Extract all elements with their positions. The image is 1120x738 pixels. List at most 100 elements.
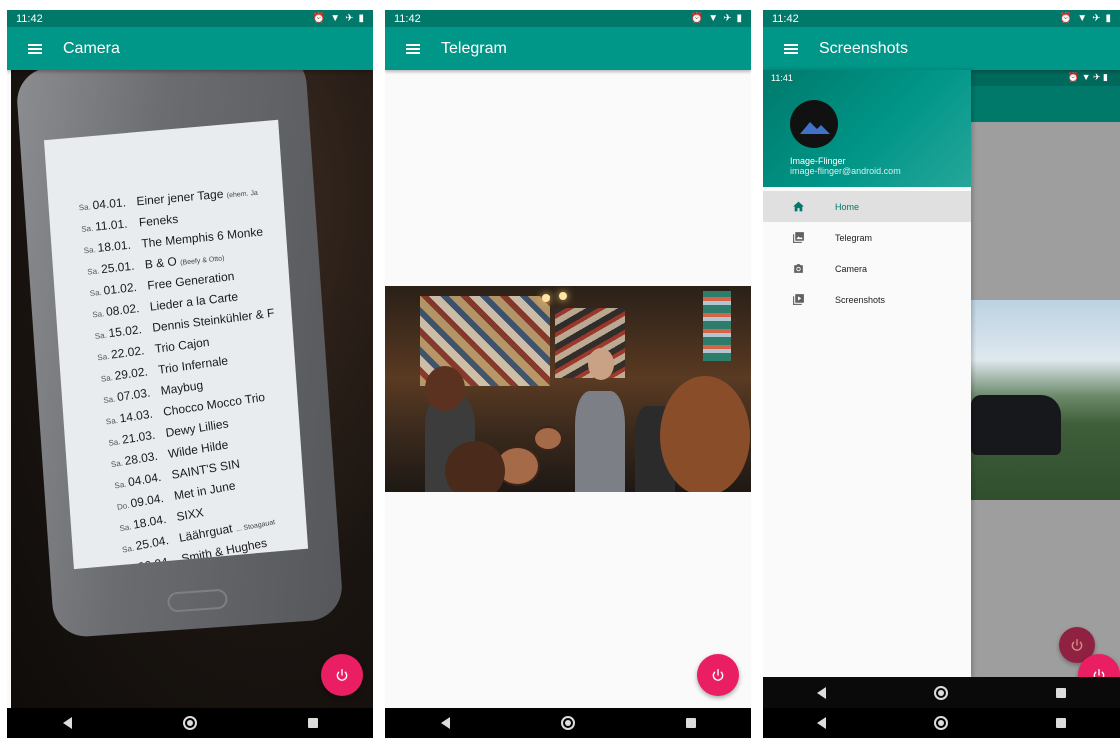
schedule-date: 01.02. [102, 279, 138, 298]
nav-back-icon[interactable] [62, 717, 72, 729]
telegram-photo [385, 286, 751, 492]
drawer-item-home[interactable]: Home [763, 191, 971, 222]
menu-icon [406, 43, 420, 54]
alarm-icon: ⏰ [312, 13, 326, 24]
drawer-item-telegram[interactable]: Telegram [763, 222, 971, 253]
drawer-status-time: 11:41 [771, 73, 793, 83]
power-icon [1071, 639, 1083, 651]
airplane-icon: ✈ [1092, 13, 1101, 24]
avatar[interactable] [790, 100, 838, 148]
drawer-item-label: Telegram [835, 232, 873, 243]
status-time: 11:42 [16, 12, 43, 25]
nav-recents-icon[interactable] [307, 718, 318, 728]
wifi-icon: ▼ [1077, 13, 1088, 24]
battery-icon: ▮ [358, 13, 364, 24]
schedule-date: 11.01. [94, 216, 129, 234]
phone-screenshots-screen: 11:42 ⏰ ▼ ✈ ▮ Screenshots ⏰ ▼ ✈ ▮ 11:41 [763, 10, 1120, 738]
nav-back-icon [817, 686, 826, 699]
schedule-event: Maybug [159, 377, 204, 398]
power-fab-button[interactable] [697, 654, 739, 696]
drawer-user-email: image-flinger@android.com [790, 166, 901, 176]
schedule-day: Sa. [89, 287, 102, 299]
drawer-item-label: Screenshots [835, 294, 886, 305]
nav-home-icon [934, 685, 948, 700]
schedule-date: 15.02. [108, 322, 143, 341]
schedule-event: Feneks [138, 211, 179, 230]
navigation-drawer: 11:41 Image-Flinger image-flinger@androi… [763, 70, 971, 677]
schedule-note: ... Stoagauat [235, 519, 276, 534]
drawer-header: Image-Flinger image-flinger@android.com [763, 70, 971, 187]
drawer-item-label: Home [835, 201, 860, 212]
nav-home-icon[interactable] [934, 716, 948, 730]
menu-button[interactable] [763, 27, 819, 70]
airplane-icon: ✈ [723, 13, 732, 24]
photo-phone-device: Sa.04.01. Einer jener Tage (ehem. Ja Sa.11… [15, 70, 345, 639]
mountain-icon [800, 122, 830, 134]
menu-button[interactable] [7, 27, 63, 70]
system-nav-bar [7, 708, 373, 738]
status-bar: 11:42 ⏰ ▼ ✈ ▮ [7, 10, 373, 27]
camera-photo: Sa.04.01. Einer jener Tage (ehem. Ja Sa.11… [11, 70, 373, 708]
schedule-date: 25.01. [100, 258, 135, 277]
alarm-icon: ⏰ [690, 13, 704, 24]
schedule-date: 08.02. [105, 301, 140, 319]
schedule-date: 18.01. [97, 237, 132, 255]
photo-library-icon [791, 231, 805, 245]
screenshot-car [971, 395, 1061, 455]
menu-button[interactable] [385, 27, 441, 70]
power-fab-button[interactable] [321, 654, 363, 696]
nav-home-icon[interactable] [182, 716, 197, 730]
app-bar-title: Telegram [441, 39, 507, 57]
battery-icon: ▮ [736, 13, 742, 24]
nav-back-icon[interactable] [440, 717, 450, 729]
power-icon [712, 669, 724, 681]
home-icon [791, 200, 805, 214]
phone-camera-screen: 11:42 ⏰ ▼ ✈ ▮ Camera Sa.04.01. Einer jene… [7, 10, 373, 738]
photo-device-home-button [166, 588, 229, 613]
schedule-note: (ehem. Ja [226, 189, 259, 200]
power-icon [336, 669, 348, 681]
app-bar: Screenshots [763, 27, 1120, 70]
schedule-note: (Beefy & Otto) [179, 255, 225, 267]
app-bar-title: Screenshots [819, 39, 908, 57]
screenshot-status-icons: ⏰ ▼ ✈ ▮ [1067, 72, 1108, 82]
slideshow-icon [791, 293, 805, 307]
wifi-icon: ▼ [330, 13, 341, 24]
nav-home-icon[interactable] [560, 716, 575, 730]
nav-recents-icon [1056, 687, 1066, 698]
app-bar-title: Camera [63, 39, 120, 57]
screenshot-nav-bar [763, 677, 1120, 708]
status-time: 11:42 [394, 12, 421, 25]
alarm-icon: ⏰ [1059, 13, 1073, 24]
system-nav-bar [763, 708, 1120, 738]
status-time: 11:42 [772, 12, 799, 25]
schedule-day: Sa. [86, 266, 100, 277]
nav-recents-icon[interactable] [685, 718, 696, 728]
camera-icon [791, 262, 805, 276]
airplane-icon: ✈ [345, 13, 354, 24]
schedule-event: B & O [143, 254, 177, 272]
app-bar: Camera [7, 27, 373, 70]
schedule-event: Einer jener Tage [135, 186, 224, 209]
battery-icon: ▮ [1105, 13, 1111, 24]
status-bar: 11:42 ⏰ ▼ ✈ ▮ [385, 10, 751, 27]
phone-telegram-screen: 11:42 ⏰ ▼ ✈ ▮ Telegram [385, 10, 751, 738]
screenshot-landscape-photo [971, 300, 1120, 500]
nav-recents-icon[interactable] [1056, 718, 1066, 728]
menu-icon [28, 43, 42, 54]
photo-schedule-paper: Sa.04.01. Einer jener Tage (ehem. Ja Sa.11… [43, 119, 309, 570]
schedule-event: SIXX [175, 505, 205, 524]
drawer-user-name: Image-Flinger [790, 156, 846, 166]
nav-back-icon[interactable] [817, 717, 826, 729]
system-nav-bar [385, 708, 751, 738]
app-bar: Telegram [385, 27, 751, 70]
schedule-day: Sa. [99, 373, 113, 384]
drawer-item-label: Camera [835, 263, 868, 274]
drawer-item-screenshots[interactable]: Screenshots [763, 284, 971, 315]
menu-icon [784, 43, 798, 54]
schedule-event: Trio Cajon [154, 334, 211, 356]
schedule-day: Sa. [78, 202, 92, 213]
screenshot-status-bar: ⏰ ▼ ✈ ▮ [971, 70, 1120, 86]
wifi-icon: ▼ [708, 13, 719, 24]
drawer-item-camera[interactable]: Camera [763, 253, 971, 284]
